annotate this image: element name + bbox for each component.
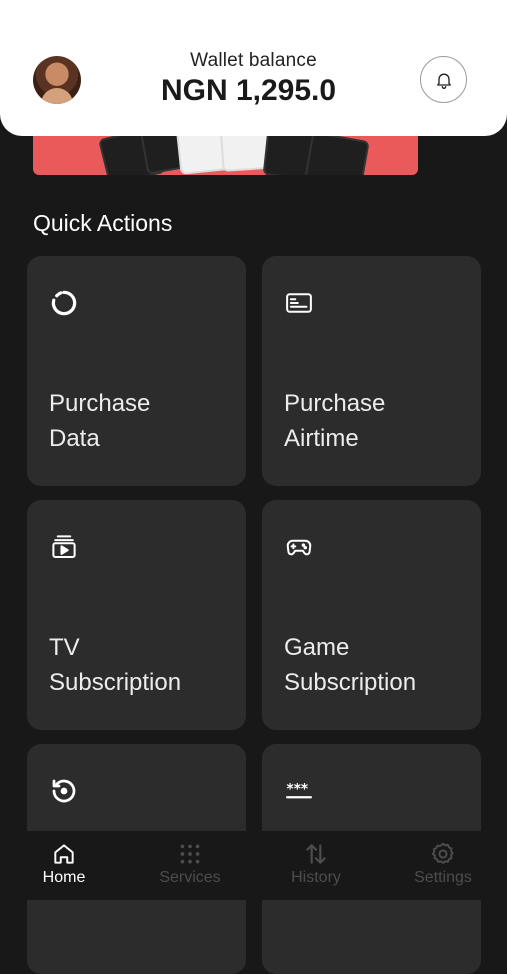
tv-subscription-card[interactable]: TV Subscription	[27, 500, 246, 730]
arrows-up-down-icon	[306, 844, 326, 864]
banner-phone-image	[304, 131, 370, 175]
card-label: Purchase Data	[49, 390, 151, 452]
grid-icon	[180, 844, 200, 864]
loading-circle-icon	[51, 290, 77, 316]
nav-home-label: Home	[42, 869, 86, 886]
purchase-data-card[interactable]: Purchase Data	[27, 256, 246, 486]
card-label: Purchase Airtime	[284, 390, 386, 452]
nav-services[interactable]: Services	[140, 841, 240, 887]
nav-home[interactable]: Home	[14, 841, 114, 887]
nav-settings-label: Settings	[414, 869, 472, 886]
quick-actions-title: Quick Actions	[33, 210, 173, 236]
notifications-button[interactable]	[420, 56, 467, 103]
nav-services-label: Services	[159, 869, 221, 886]
bell-icon	[436, 73, 451, 89]
gamepad-icon	[286, 539, 312, 556]
bottom-navigation: Home Services History Settings	[0, 831, 507, 900]
nav-settings[interactable]: Settings	[393, 841, 493, 887]
nav-history[interactable]: History	[266, 841, 366, 887]
home-icon	[54, 844, 74, 864]
game-subscription-card[interactable]: Game Subscription	[262, 500, 481, 730]
tv-play-icon	[52, 535, 76, 558]
sim-card-icon	[286, 293, 312, 313]
purchase-airtime-card[interactable]: Purchase Airtime	[262, 256, 481, 486]
card-label: Game Subscription	[284, 634, 417, 696]
card-label: TV Subscription	[49, 634, 182, 696]
password-icon: ***	[286, 782, 312, 799]
wallet-header: Wallet balance NGN 1,295.0	[0, 0, 507, 136]
nav-history-label: History	[291, 869, 341, 886]
gear-icon	[431, 842, 454, 864]
svg-text:***: ***	[287, 782, 309, 798]
history-icon	[52, 779, 76, 803]
